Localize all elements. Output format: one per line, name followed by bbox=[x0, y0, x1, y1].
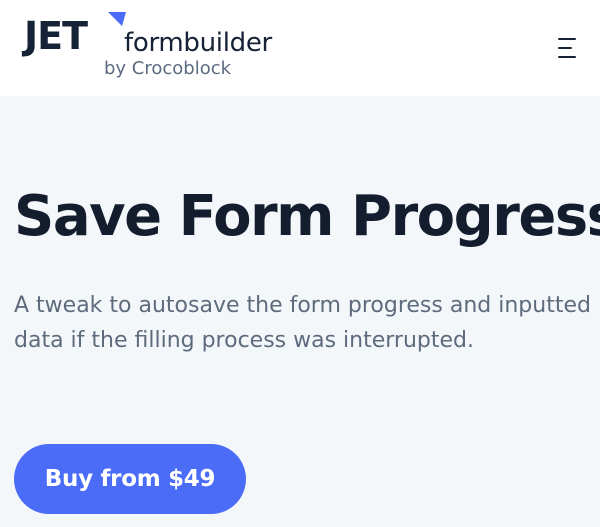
menu-line-top bbox=[558, 38, 576, 40]
buy-button[interactable]: Buy from $49 bbox=[14, 444, 246, 514]
logo-formbuilder-wordmark: formbuilder bbox=[124, 28, 272, 58]
hero-section: Save Form Progress A tweak to autosave t… bbox=[0, 96, 600, 527]
logo-arrow-mark-icon bbox=[108, 12, 126, 26]
jetformbuilder-logo[interactable]: JET formbuilder by Crocoblock bbox=[24, 12, 284, 82]
logo-jet-wordmark: JET bbox=[24, 14, 88, 58]
hamburger-menu-icon[interactable] bbox=[554, 36, 584, 62]
menu-line-bottom bbox=[558, 56, 576, 58]
page-title: Save Form Progress bbox=[14, 184, 600, 249]
logo-byline: by Crocoblock bbox=[104, 58, 232, 79]
page-description: A tweak to autosave the form progress an… bbox=[14, 293, 591, 353]
site-header: JET formbuilder by Crocoblock bbox=[0, 0, 600, 96]
menu-line-middle bbox=[558, 47, 572, 49]
